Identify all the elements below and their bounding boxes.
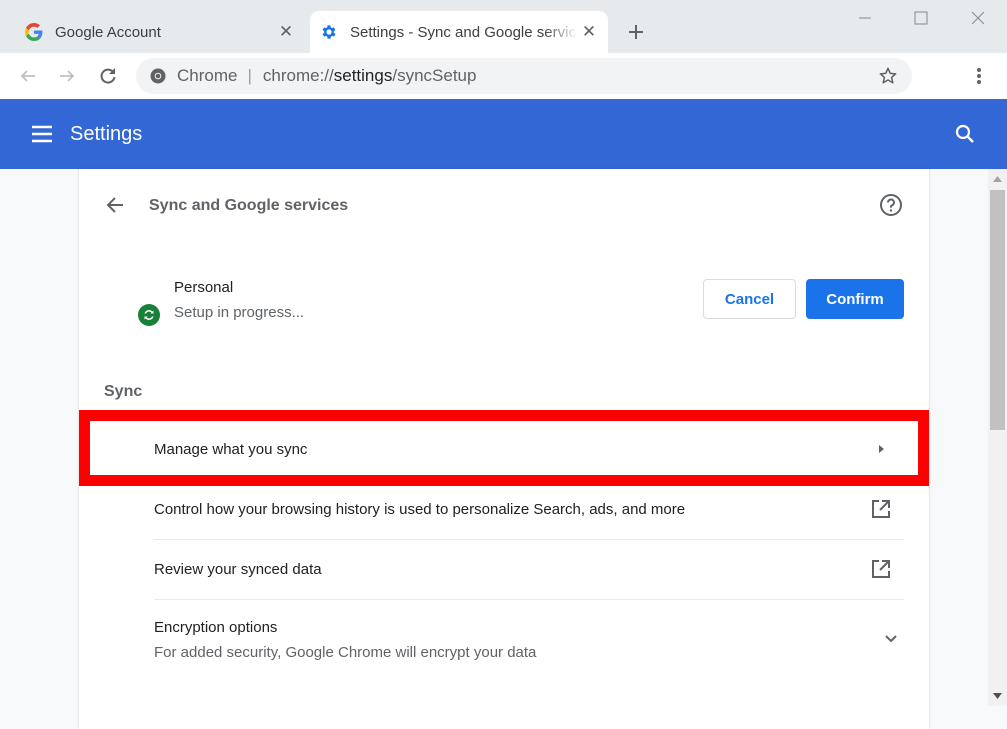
search-icon[interactable] (951, 120, 979, 148)
maximize-icon (914, 11, 928, 25)
row-sublabel: For added security, Google Chrome will e… (154, 644, 537, 661)
sync-section-heading: Sync (104, 383, 143, 400)
back-button[interactable] (13, 61, 43, 91)
row-divider (154, 539, 904, 540)
sync-settings-card: Sync and Google services Personal Setup … (79, 169, 929, 729)
settings-content: Sync and Google services Personal Setup … (0, 169, 988, 729)
settings-header: Settings (0, 99, 1007, 169)
maximize-button[interactable] (906, 6, 936, 30)
tab-settings[interactable]: Settings - Sync and Google services ✕ (310, 11, 608, 53)
scrollbar-thumb[interactable] (990, 190, 1005, 430)
settings-title: Settings (70, 123, 143, 145)
row-label: Review your synced data (154, 561, 322, 578)
encryption-options-row[interactable]: Encryption options For added security, G… (79, 599, 929, 679)
url-path: /syncSetup (392, 66, 477, 85)
browser-menu-button[interactable] (966, 63, 992, 89)
row-label: Control how your browsing history is use… (154, 501, 686, 518)
tab-strip: Google Account ✕ Settings - Sync and Goo… (0, 0, 1007, 53)
minimize-button[interactable] (850, 6, 880, 30)
arrow-left-icon (20, 70, 35, 82)
row-label: Manage what you sync (154, 441, 308, 458)
url-text: chrome://settings/syncSetup (263, 66, 477, 86)
google-g-icon (25, 23, 43, 41)
site-chip: Chrome (177, 66, 238, 85)
row-label: Encryption options (154, 619, 278, 636)
vertical-scrollbar[interactable] (988, 169, 1007, 706)
tab-google-account[interactable]: Google Account ✕ (15, 11, 305, 53)
account-name: Personal (174, 279, 234, 296)
gear-icon (320, 23, 338, 41)
plus-icon (629, 25, 643, 39)
browser-toolbar: Chrome | chrome://settings/syncSetup (0, 53, 1007, 99)
account-status: Setup in progress... (174, 304, 305, 321)
reload-button[interactable] (93, 61, 123, 91)
tab-title: Settings - Sync and Google services (350, 23, 578, 41)
url-host: settings (333, 66, 393, 85)
row-divider (154, 599, 904, 600)
scroll-up-arrow-icon[interactable] (988, 169, 1007, 189)
help-circle-icon[interactable] (878, 192, 904, 218)
url-scheme: chrome:// (262, 66, 334, 85)
close-window-icon (971, 11, 985, 25)
arrow-right-icon (60, 70, 75, 82)
account-row: Personal Setup in progress... Cancel Con… (79, 264, 929, 334)
browsing-history-row[interactable]: Control how your browsing history is use… (79, 479, 929, 539)
arrow-back-icon[interactable] (101, 191, 129, 219)
minimize-icon (859, 17, 871, 19)
omnibox-separator: | (247, 66, 252, 85)
reload-icon (100, 68, 116, 84)
chrome-icon (149, 67, 167, 85)
forward-button[interactable] (52, 61, 82, 91)
arrow-right-icon (869, 437, 893, 461)
close-window-button[interactable] (963, 6, 993, 30)
sync-icon (138, 304, 160, 326)
new-tab-button[interactable] (622, 18, 650, 46)
hamburger-icon[interactable] (28, 120, 56, 148)
more-vert-icon (977, 68, 981, 84)
address-bar[interactable]: Chrome | chrome://settings/syncSetup (136, 58, 912, 94)
cancel-button[interactable]: Cancel (703, 279, 796, 319)
page-title: Sync and Google services (149, 197, 349, 214)
bookmark-star-icon[interactable] (876, 64, 900, 88)
open-in-new-icon (869, 497, 893, 521)
manage-what-you-sync-row[interactable]: Manage what you sync (79, 410, 929, 486)
close-tab-icon[interactable]: ✕ (578, 21, 600, 43)
open-in-new-icon (869, 557, 893, 581)
scroll-down-arrow-icon[interactable] (988, 686, 1007, 706)
review-synced-data-row[interactable]: Review your synced data (79, 539, 929, 599)
confirm-button[interactable]: Confirm (806, 279, 904, 319)
close-tab-icon[interactable]: ✕ (275, 21, 297, 43)
tab-title: Google Account (55, 23, 161, 41)
chevron-down-icon[interactable] (879, 627, 903, 651)
